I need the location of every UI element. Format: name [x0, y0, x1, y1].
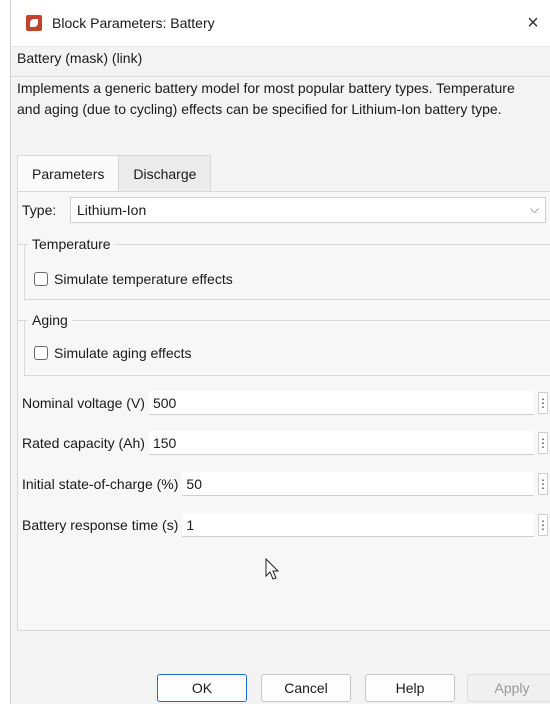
apply-button[interactable]: Apply [467, 674, 550, 702]
battery-response-time-field[interactable]: 1 [182, 513, 534, 537]
initial-soc-value: 50 [186, 475, 202, 492]
cancel-button[interactable]: Cancel [261, 674, 351, 702]
mask-header: Battery (mask) (link) [17, 50, 143, 66]
type-value: Lithium-Ion [77, 202, 147, 218]
initial-soc-row: Initial state-of-charge (%) 50 ⋮ [22, 471, 550, 497]
dialog-footer: OK Cancel Help Apply [11, 660, 550, 704]
simulate-aging-checkbox-row[interactable]: Simulate aging effects [34, 345, 192, 361]
parameters-panel: Type: Lithium-Ion ⌵ Temperature Simulate… [17, 191, 550, 631]
type-row: Type: Lithium-Ion ⌵ [22, 196, 546, 224]
ok-button[interactable]: OK [157, 674, 247, 702]
nominal-voltage-row: Nominal voltage (V) 500 ⋮ [22, 390, 550, 416]
tab-bar: Parameters Discharge [17, 155, 212, 191]
rated-capacity-row: Rated capacity (Ah) 150 ⋮ [22, 430, 550, 456]
title-bar[interactable]: Block Parameters: Battery × [11, 0, 550, 47]
simulate-aging-label: Simulate aging effects [54, 345, 192, 361]
nominal-voltage-options-button[interactable]: ⋮ [537, 392, 549, 414]
nominal-voltage-field[interactable]: 500 [148, 391, 534, 415]
temperature-group-title: Temperature [28, 236, 115, 252]
simulate-aging-checkbox[interactable] [34, 346, 48, 360]
aging-group-title: Aging [28, 312, 72, 328]
initial-soc-options-button[interactable]: ⋮ [537, 473, 549, 495]
tab-parameters[interactable]: Parameters [17, 155, 119, 191]
rated-capacity-label: Rated capacity (Ah) [22, 435, 145, 451]
rated-capacity-field[interactable]: 150 [148, 431, 534, 455]
battery-response-time-options-button[interactable]: ⋮ [537, 514, 549, 536]
type-label: Type: [22, 202, 57, 218]
temperature-group: Temperature Simulate temperature effects [18, 236, 550, 300]
initial-soc-label: Initial state-of-charge (%) [22, 476, 179, 492]
nominal-voltage-value: 500 [152, 394, 177, 411]
window-title: Block Parameters: Battery [52, 15, 215, 31]
rated-capacity-value: 150 [152, 434, 177, 451]
simulate-temperature-checkbox[interactable] [34, 272, 48, 286]
initial-soc-field[interactable]: 50 [182, 472, 534, 496]
simulate-temperature-checkbox-row[interactable]: Simulate temperature effects [34, 271, 233, 287]
close-button[interactable]: × [520, 10, 546, 36]
mouse-cursor-icon [265, 558, 280, 580]
block-parameters-dialog: Block Parameters: Battery × Battery (mas… [10, 0, 550, 704]
rated-capacity-options-button[interactable]: ⋮ [537, 432, 549, 454]
header-divider [11, 76, 550, 77]
battery-response-time-value: 1 [186, 516, 195, 533]
battery-response-time-row: Battery response time (s) 1 ⋮ [22, 512, 550, 538]
nominal-voltage-label: Nominal voltage (V) [22, 395, 145, 411]
chevron-down-icon: ⌵ [529, 202, 539, 216]
help-button[interactable]: Help [365, 674, 455, 702]
block-description: Implements a generic battery model for m… [17, 80, 515, 117]
tab-discharge[interactable]: Discharge [118, 155, 212, 191]
type-dropdown[interactable]: Lithium-Ion ⌵ [70, 197, 546, 223]
simulink-block-icon [26, 15, 42, 31]
battery-response-time-label: Battery response time (s) [22, 517, 179, 533]
simulate-temperature-label: Simulate temperature effects [54, 271, 233, 287]
aging-group: Aging Simulate aging effects [18, 312, 550, 376]
